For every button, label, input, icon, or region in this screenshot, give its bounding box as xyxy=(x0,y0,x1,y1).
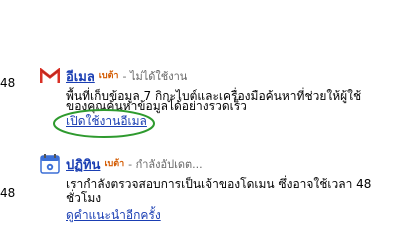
calendar-service-link[interactable]: ปฏิทิน xyxy=(66,154,100,175)
status-text: - ไม่ได้ใช้งาน xyxy=(122,70,188,83)
view-instructions-link[interactable]: ดูคำแนะนำอีกครั้ง xyxy=(66,206,161,225)
service-header: ปฏิทิน เบต้า - กำลังอัปเดต... xyxy=(40,154,366,174)
clipped-text-fragment: 48 xyxy=(0,186,16,200)
service-row-calendar: ปฏิทิน เบต้า - กำลังอัปเดต... เรากำลังตร… xyxy=(40,154,372,225)
status-text: - กำลังอัปเดต... xyxy=(128,158,203,171)
description-line: ชั่วโมง xyxy=(66,191,102,205)
clipped-text-fragment: 48 xyxy=(0,76,16,90)
mail-service-link[interactable]: อีเมล xyxy=(66,66,95,87)
service-header: อีเมล เบต้า - ไม่ได้ใช้งาน xyxy=(40,66,366,86)
gmail-m-icon xyxy=(40,66,62,86)
service-description: เรากำลังตรวจสอบการเป็นเจ้าของโดเมน ซึ่งอ… xyxy=(66,177,372,205)
calendar-icon xyxy=(40,154,62,174)
highlight-ellipse xyxy=(53,109,155,138)
beta-badge: เบต้า xyxy=(104,159,125,169)
beta-badge: เบต้า xyxy=(98,71,119,81)
description-line: เรากำลังตรวจสอบการเป็นเจ้าของโดเมน ซึ่งอ… xyxy=(66,177,372,191)
